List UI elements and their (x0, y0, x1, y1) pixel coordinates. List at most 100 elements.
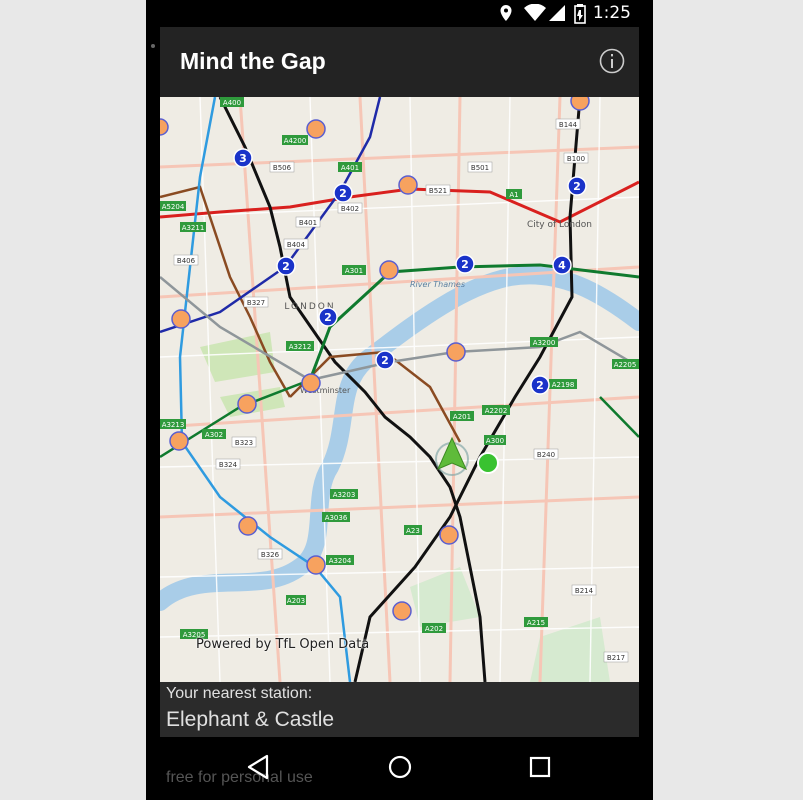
road-label: A1 (506, 189, 522, 199)
svg-text:B521: B521 (429, 187, 447, 195)
cluster-marker: 2 (276, 256, 296, 276)
map-attribution: Powered by TfL Open Data (196, 637, 370, 652)
svg-text:A201: A201 (453, 413, 471, 421)
road-label: A2202 (482, 405, 510, 415)
road-label: B506 (269, 161, 295, 173)
back-icon[interactable] (243, 751, 275, 783)
status-time: 1:25 (592, 3, 631, 23)
svg-text:A215: A215 (527, 619, 545, 627)
road-label: B100 (563, 152, 589, 164)
svg-text:2: 2 (282, 260, 290, 273)
road-label: A4200 (282, 135, 308, 145)
svg-text:B402: B402 (341, 205, 359, 213)
road-label: A3212 (286, 341, 314, 351)
road-label: A3213 (160, 419, 186, 429)
road-label: A201 (450, 411, 474, 421)
svg-text:A3204: A3204 (329, 557, 352, 565)
svg-text:2: 2 (324, 311, 332, 324)
svg-text:A401: A401 (341, 164, 359, 172)
road-label: B521 (425, 184, 451, 196)
svg-text:B324: B324 (219, 461, 238, 469)
svg-text:B100: B100 (567, 155, 585, 163)
road-label: A202 (422, 623, 446, 633)
recents-icon[interactable] (524, 751, 556, 783)
station-marker (392, 601, 412, 621)
svg-text:B406: B406 (177, 257, 196, 265)
nearest-station-label: Your nearest station: (166, 685, 313, 702)
svg-text:A3203: A3203 (333, 491, 356, 499)
station-marker (446, 342, 466, 362)
footer-note: free for personal use (166, 769, 313, 786)
home-icon[interactable] (384, 751, 416, 783)
road-label: A3203 (330, 489, 358, 499)
svg-text:B327: B327 (247, 299, 265, 307)
road-label: B326 (257, 548, 283, 560)
road-label: A3211 (180, 222, 206, 232)
cluster-marker: 2 (567, 176, 587, 196)
svg-text:B501: B501 (471, 164, 489, 172)
road-label: B214 (571, 584, 597, 596)
station-marker (301, 373, 321, 393)
svg-text:A202: A202 (425, 625, 443, 633)
cluster-marker: 2 (318, 307, 338, 327)
svg-text:A23: A23 (406, 527, 420, 535)
road-label: B401 (295, 216, 321, 228)
road-label: A3036 (322, 512, 350, 522)
svg-text:4: 4 (558, 259, 566, 272)
svg-text:2: 2 (339, 187, 347, 200)
road-label: A401 (338, 162, 362, 172)
svg-text:A3036: A3036 (325, 514, 348, 522)
cluster-marker: 3 (233, 148, 253, 168)
road-label: B144 (555, 118, 581, 130)
svg-text:A203: A203 (287, 597, 305, 605)
svg-text:A3212: A3212 (289, 343, 312, 351)
road-label: A300 (484, 435, 506, 445)
road-label: A203 (286, 595, 306, 605)
road-label: A301 (342, 265, 366, 275)
station-marker (570, 97, 590, 111)
station-marker (439, 525, 459, 545)
svg-text:A302: A302 (205, 431, 223, 439)
place-label: City of London (527, 220, 592, 230)
svg-text:2: 2 (381, 354, 389, 367)
road-label: B404 (283, 238, 309, 250)
station-marker (171, 309, 191, 329)
station-marker (237, 394, 257, 414)
map-canvas[interactable]: City of London LONDON River Thames Westm… (160, 97, 639, 682)
wifi-icon (524, 4, 546, 21)
nearest-station-name: Elephant & Castle (166, 708, 335, 731)
road-label: B406 (173, 254, 199, 266)
road-label: B327 (243, 296, 269, 308)
road-label: A23 (404, 525, 422, 535)
svg-text:A400: A400 (223, 99, 241, 107)
battery-icon (574, 4, 586, 24)
cluster-marker: 2 (333, 183, 353, 203)
station-marker (306, 555, 326, 575)
road-label: A2205 (612, 359, 639, 369)
cluster-marker: 4 (552, 255, 572, 275)
station-marker (169, 431, 189, 451)
road-label: B324 (215, 458, 241, 470)
place-label: River Thames (410, 280, 465, 289)
svg-text:3: 3 (239, 152, 247, 165)
info-icon[interactable] (599, 48, 625, 74)
road-label: A302 (202, 429, 226, 439)
svg-text:A3213: A3213 (162, 421, 185, 429)
cluster-marker: 2 (455, 254, 475, 274)
svg-text:B240: B240 (537, 451, 555, 459)
svg-text:A2202: A2202 (485, 407, 508, 415)
svg-text:B214: B214 (575, 587, 594, 595)
station-marker (306, 119, 326, 139)
svg-text:B323: B323 (235, 439, 253, 447)
nearest-station-panel[interactable]: Your nearest station: Elephant & Castle (160, 682, 639, 737)
svg-text:A1: A1 (509, 191, 518, 199)
road-label: B501 (467, 161, 493, 173)
road-label: A400 (220, 97, 244, 107)
navigation-bar: free for personal use (146, 737, 653, 800)
svg-text:A2205: A2205 (614, 361, 637, 369)
map-view[interactable]: City of London LONDON River Thames Westm… (160, 97, 639, 682)
road-label: A3204 (326, 555, 354, 565)
signal-icon (549, 5, 565, 21)
svg-text:A301: A301 (345, 267, 363, 275)
svg-text:A2198: A2198 (552, 381, 575, 389)
